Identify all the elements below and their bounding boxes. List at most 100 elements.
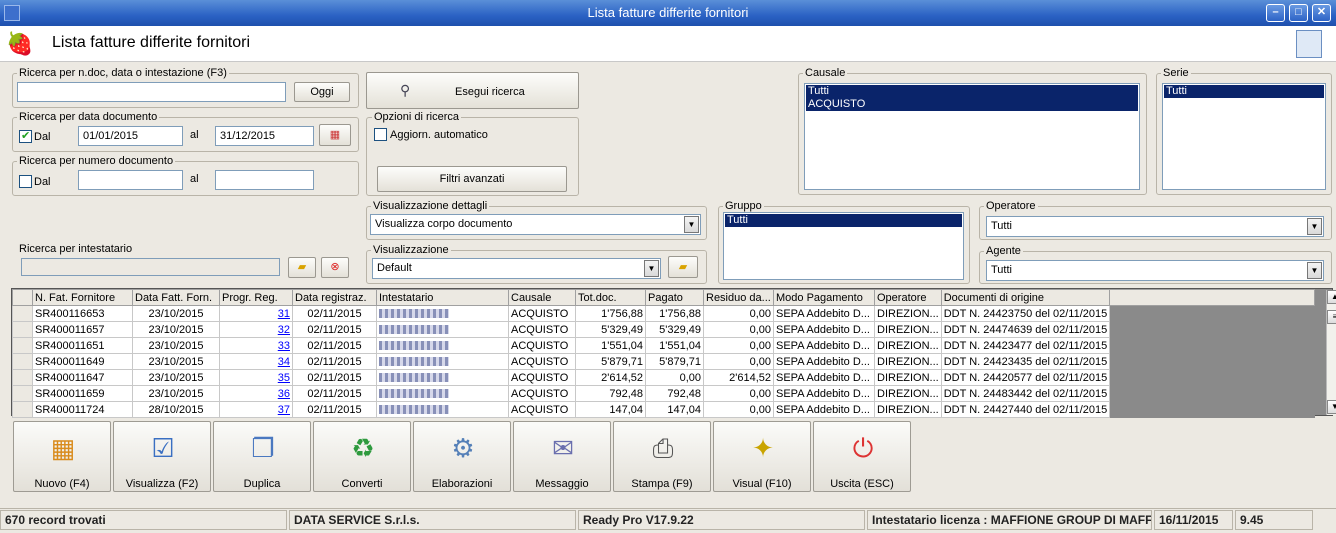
toolbar-button-label: Uscita (ESC) — [830, 478, 894, 490]
view-select[interactable]: Default ▼ — [372, 258, 661, 279]
table-row[interactable]: SR400116653 23/10/2015 31 02/11/2015 ACQUIST… — [12, 305, 1315, 322]
close-window-button[interactable]: ✕ — [1312, 4, 1331, 22]
column-header[interactable]: Operatore — [874, 289, 942, 306]
operatore-select[interactable]: Tutti ▼ — [986, 216, 1324, 237]
table-cell: DIREZION... — [874, 305, 942, 322]
table-cell[interactable]: 33 — [219, 337, 293, 354]
table-header: N. Fat. Fornitore Data Fatt. Forn. Progr. … — [12, 289, 1315, 306]
calendar-icon[interactable]: ▦ — [319, 124, 351, 146]
scroll-up-icon[interactable]: ▲ — [1327, 290, 1336, 304]
table-cell: 02/11/2015 — [292, 321, 377, 338]
row-selector[interactable] — [12, 337, 33, 354]
clear-icon[interactable]: ⊗ — [321, 257, 349, 278]
run-search-button[interactable]: ⚲ Esegui ricerca — [366, 72, 579, 109]
messaggio-button[interactable]: ✉ Messaggio — [513, 421, 611, 492]
date-from-input[interactable]: 01/01/2015 — [78, 126, 183, 146]
column-header[interactable]: Data Fatt. Forn. — [132, 289, 220, 306]
column-header[interactable]: Documenti di origine — [940, 289, 1111, 306]
date-dal-checkbox[interactable] — [19, 129, 32, 143]
column-header[interactable]: Pagato — [645, 289, 704, 306]
table-cell: SEPA Addebito D... — [773, 337, 875, 354]
table-cell: DIREZION... — [874, 337, 942, 354]
table-row[interactable]: SR400011651 23/10/2015 33 02/11/2015 ACQUIST… — [12, 337, 1315, 354]
number-from-input[interactable] — [78, 170, 183, 190]
table-row[interactable]: SR400011649 23/10/2015 34 02/11/2015 ACQUIST… — [12, 353, 1315, 370]
strawberry-logo-icon: 🍓 — [6, 31, 34, 56]
row-selector[interactable] — [12, 369, 33, 386]
row-selector[interactable] — [12, 321, 33, 338]
view-folder-icon[interactable]: ▰ — [668, 256, 698, 278]
serie-list[interactable]: Tutti — [1162, 83, 1326, 190]
table-row[interactable]: SR400011724 28/10/2015 37 02/11/2015 ACQUIST… — [12, 401, 1315, 418]
number-dal-checkbox[interactable] — [19, 175, 32, 188]
agente-select[interactable]: Tutti ▼ — [986, 260, 1324, 281]
column-header[interactable]: Progr. Reg. — [219, 289, 293, 306]
column-header[interactable]: Data registraz. — [292, 289, 377, 306]
folder-icon[interactable]: ▰ — [288, 257, 316, 278]
row-selector[interactable] — [12, 401, 33, 418]
list-item[interactable]: ACQUISTO — [806, 98, 1138, 111]
table-cell[interactable]: 36 — [219, 385, 293, 402]
table-cell: 02/11/2015 — [292, 385, 377, 402]
holder-input[interactable] — [21, 258, 280, 276]
visual-button[interactable]: ✦ Visual (F10) — [713, 421, 811, 492]
auto-update-checkbox[interactable] — [374, 128, 387, 141]
row-selector[interactable] — [12, 353, 33, 370]
gruppo-list[interactable]: Tutti — [723, 212, 964, 280]
table-cell[interactable]: 35 — [219, 369, 293, 386]
column-header[interactable]: Causale — [508, 289, 576, 306]
column-header[interactable]: Intestatario — [376, 289, 509, 306]
table-cell: 0,00 — [703, 401, 774, 418]
table-cell: 147,04 — [645, 401, 704, 418]
table-cell: 23/10/2015 — [132, 369, 220, 386]
causale-list[interactable]: Tutti ACQUISTO — [804, 83, 1140, 190]
number-to-input[interactable] — [215, 170, 314, 190]
stampa-button[interactable]: ⎙ Stampa (F9) — [613, 421, 711, 492]
search-input[interactable] — [17, 82, 286, 102]
magic-wand-icon: ✦ — [752, 433, 774, 463]
toolbar-button-label: Messaggio — [535, 478, 589, 490]
list-item[interactable]: Tutti — [806, 85, 1138, 98]
agente-label: Agente — [984, 245, 1023, 257]
advanced-filters-button[interactable]: Filtri avanzati — [377, 166, 567, 192]
chevron-down-icon: ▼ — [1307, 262, 1322, 279]
vertical-scrollbar[interactable]: ▲ ≡ ▼ — [1326, 290, 1336, 415]
nuovo-button[interactable]: ▦ Nuovo (F4) — [13, 421, 111, 492]
table-cell: SR400011649 — [32, 353, 133, 370]
date-to-input[interactable]: 31/12/2015 — [215, 126, 314, 146]
table-cell[interactable]: 34 — [219, 353, 293, 370]
converti-button[interactable]: ♻ Converti — [313, 421, 411, 492]
user-settings-icon[interactable] — [1296, 30, 1322, 58]
table-cell[interactable]: 31 — [219, 305, 293, 322]
list-item[interactable]: Tutti — [1164, 85, 1324, 98]
table-row[interactable]: SR400011647 23/10/2015 35 02/11/2015 ACQUIST… — [12, 369, 1315, 386]
list-item[interactable]: Tutti — [725, 214, 962, 227]
uscita-button[interactable]: ⏻ Uscita (ESC) — [813, 421, 911, 492]
elaborazioni-button[interactable]: ⚙ Elaborazioni — [413, 421, 511, 492]
table-cell[interactable]: 32 — [219, 321, 293, 338]
scroll-thumb[interactable]: ≡ — [1327, 310, 1336, 324]
table-cell: SR400011647 — [32, 369, 133, 386]
toolbar-button-label: Nuovo (F4) — [34, 478, 90, 490]
column-header[interactable]: Modo Pagamento — [773, 289, 875, 306]
visualizza-button[interactable]: ☑ Visualizza (F2) — [113, 421, 211, 492]
new-document-icon: ▦ — [50, 433, 76, 463]
row-selector[interactable] — [12, 305, 33, 322]
maximize-button[interactable]: □ — [1289, 4, 1308, 22]
table-row[interactable]: SR400011659 23/10/2015 36 02/11/2015 ACQUIST… — [12, 385, 1315, 402]
duplica-button[interactable]: ❐ Duplica — [213, 421, 311, 492]
row-selector[interactable] — [12, 385, 33, 402]
operatore-label: Operatore — [984, 200, 1038, 212]
column-header[interactable]: Residuo da... — [703, 289, 774, 306]
table-row[interactable]: SR400011657 23/10/2015 32 02/11/2015 ACQUIST… — [12, 321, 1315, 338]
column-header[interactable]: N. Fat. Fornitore — [32, 289, 133, 306]
detail-view-select[interactable]: Visualizza corpo documento ▼ — [370, 214, 701, 235]
minimize-button[interactable]: – — [1266, 4, 1285, 22]
table-cell[interactable]: 37 — [219, 401, 293, 418]
column-header[interactable]: Tot.doc. — [575, 289, 646, 306]
scroll-down-icon[interactable]: ▼ — [1327, 400, 1336, 414]
table-cell: 1'551,04 — [645, 337, 704, 354]
serie-label: Serie — [1161, 67, 1191, 79]
toolbar-button-label: Stampa (F9) — [631, 478, 693, 490]
oggi-button[interactable]: Oggi — [294, 82, 350, 102]
